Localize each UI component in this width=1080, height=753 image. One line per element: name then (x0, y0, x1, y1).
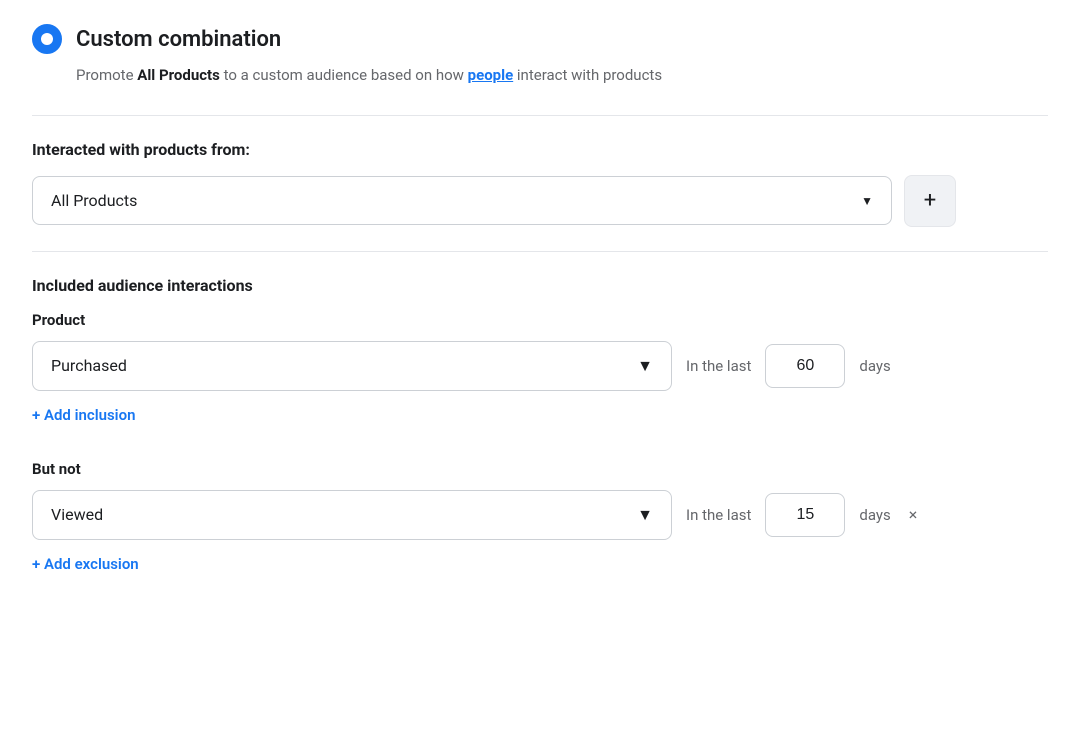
add-exclusion-link[interactable]: + Add exclusion (32, 555, 139, 573)
inclusion-days-label: days (859, 357, 890, 375)
subtitle: Promote All Products to a custom audienc… (76, 64, 1048, 87)
subtitle-prefix: Promote (76, 66, 137, 84)
header-row: Custom combination (32, 24, 1048, 54)
inclusion-in-the-last-label: In the last (686, 357, 751, 375)
product-label: Product (32, 311, 1048, 329)
subtitle-link[interactable]: people (468, 66, 514, 84)
inclusion-select[interactable]: Purchased ▼ (32, 341, 672, 391)
exclusion-days-label: days (859, 506, 890, 524)
page-title: Custom combination (76, 27, 281, 52)
subtitle-mid: to a custom audience based on how (220, 66, 468, 84)
but-not-label: But not (32, 460, 1048, 478)
exclusion-select[interactable]: Viewed ▼ (32, 490, 672, 540)
inclusion-interaction-row: Purchased ▼ In the last days (32, 341, 1048, 391)
section-divider-2 (32, 251, 1048, 252)
products-select-wrapper: All Products ▼ (32, 176, 892, 225)
radio-inner (41, 33, 53, 45)
but-not-section: But not Viewed ▼ In the last days × + Ad… (32, 460, 1048, 601)
inclusion-select-value: Purchased (51, 356, 127, 375)
products-select[interactable]: All Products ▼ (32, 176, 892, 225)
section-divider (32, 115, 1048, 116)
inclusion-chevron-icon: ▼ (637, 356, 653, 376)
products-chevron-icon: ▼ (861, 194, 873, 208)
add-inclusion-link[interactable]: + Add inclusion (32, 406, 135, 424)
inclusion-days-input[interactable] (765, 344, 845, 388)
add-product-icon: + (924, 188, 936, 213)
exclusion-close-button[interactable]: × (909, 505, 918, 524)
included-section-label: Included audience interactions (32, 276, 1048, 295)
exclusion-interaction-row: Viewed ▼ In the last days × (32, 490, 1048, 540)
exclusion-in-the-last-label: In the last (686, 506, 751, 524)
exclusion-select-value: Viewed (51, 505, 103, 524)
exclusion-chevron-icon: ▼ (637, 505, 653, 525)
subtitle-suffix: interact with products (513, 66, 662, 84)
interacted-section-label: Interacted with products from: (32, 140, 1048, 159)
exclusion-days-input[interactable] (765, 493, 845, 537)
radio-button[interactable] (32, 24, 62, 54)
products-select-value: All Products (51, 191, 137, 210)
subtitle-bold: All Products (137, 66, 220, 84)
add-product-button[interactable]: + (904, 175, 956, 227)
products-row: All Products ▼ + (32, 175, 1048, 227)
